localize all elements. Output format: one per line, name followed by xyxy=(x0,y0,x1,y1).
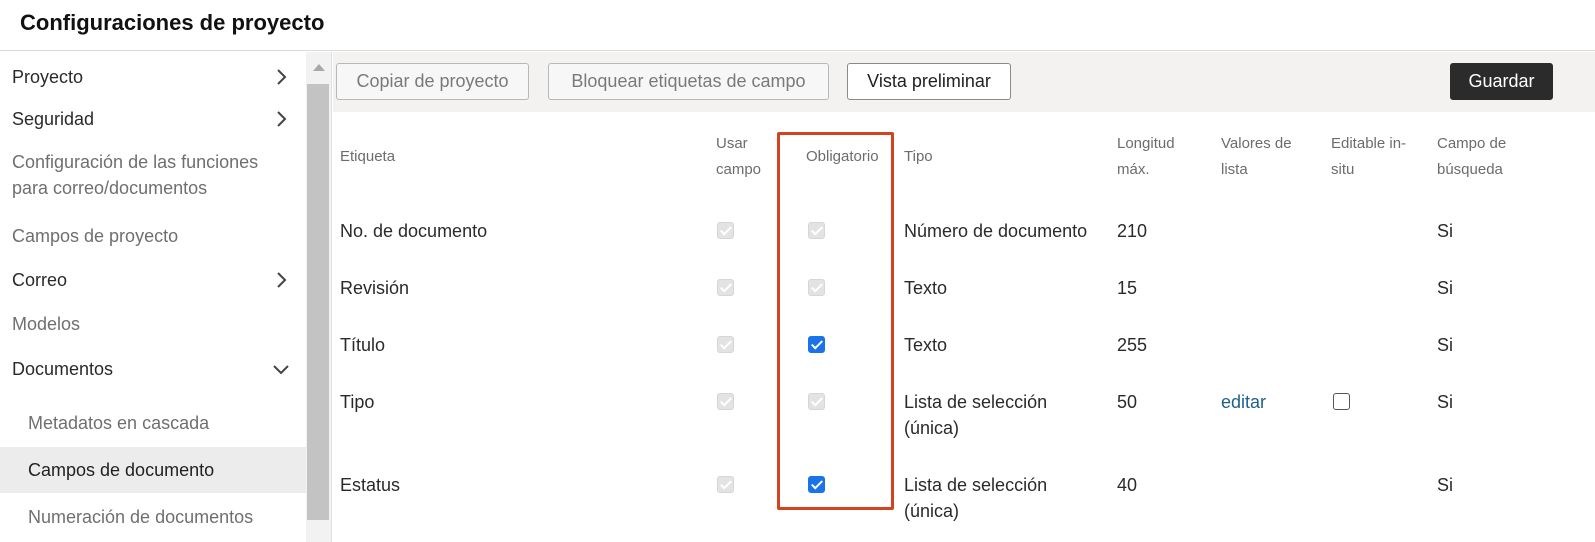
main-content: Copiar de proyecto Bloquear etiquetas de… xyxy=(333,52,1595,542)
field-searchable: Si xyxy=(1437,335,1454,355)
sidebar-item-campos-proyecto[interactable]: Campos de proyecto xyxy=(0,223,306,249)
column-header-use-line2: campo xyxy=(716,161,762,178)
editable-inline-checkbox[interactable] xyxy=(1333,393,1350,410)
sidebar-item-label: Configuración de las funciones xyxy=(12,152,259,172)
use-field-checkbox xyxy=(717,279,734,296)
column-header-list-values: Valores de xyxy=(1221,135,1292,152)
sidebar-item-documentos[interactable]: Documentos xyxy=(0,356,306,382)
sidebar-item-label: Numeración de documentos xyxy=(28,507,254,527)
sidebar-item-label: Documentos xyxy=(12,359,114,379)
sidebar-item-config-funciones[interactable]: Configuración de las funciones para corr… xyxy=(0,149,306,201)
edit-list-values-link[interactable]: editar xyxy=(1221,389,1266,415)
field-searchable: Si xyxy=(1437,221,1454,241)
use-field-checkbox xyxy=(717,222,734,239)
sidebar-scrollbar[interactable] xyxy=(306,52,332,542)
sidebar-subitem-metadatos-cascada[interactable]: Metadatos en cascada xyxy=(0,410,306,436)
field-maxlen: 255 xyxy=(1117,335,1148,355)
field-label: Revisión xyxy=(340,278,410,298)
column-header-maxlen-line2: máx. xyxy=(1117,161,1150,178)
page-title: Configuraciones de proyecto xyxy=(20,10,325,35)
sidebar-subitem-campos-documento[interactable]: Campos de documento xyxy=(0,447,306,493)
field-type: Lista de selección xyxy=(904,392,1048,412)
chevron-right-icon xyxy=(277,111,287,127)
column-header-search-line2: búsqueda xyxy=(1437,161,1503,178)
sidebar: Proyecto Seguridad Configuración de las … xyxy=(0,52,306,542)
field-type: Texto xyxy=(904,335,948,355)
toolbar: Copiar de proyecto Bloquear etiquetas de… xyxy=(333,52,1595,112)
page-header: Configuraciones de proyecto xyxy=(0,0,1595,51)
field-label: Estatus xyxy=(340,475,401,495)
lock-field-labels-button[interactable]: Bloquear etiquetas de campo xyxy=(548,63,829,100)
chevron-right-icon xyxy=(277,69,287,85)
sidebar-item-label: Modelos xyxy=(12,314,81,334)
field-type: Número de documento xyxy=(904,221,1088,241)
column-header-type: Tipo xyxy=(904,148,933,165)
field-type-line2: (única) xyxy=(904,501,960,521)
column-header-editable: Editable in- xyxy=(1331,135,1407,152)
sidebar-item-modelos[interactable]: Modelos xyxy=(0,311,306,337)
field-maxlen: 40 xyxy=(1117,475,1138,495)
sidebar-subitem-numeracion-documentos[interactable]: Numeración de documentos xyxy=(0,504,306,530)
field-searchable: Si xyxy=(1437,278,1454,298)
field-label: Tipo xyxy=(340,392,375,412)
sidebar-item-label: Campos de proyecto xyxy=(12,226,179,246)
field-type-line2: (única) xyxy=(904,418,960,438)
column-header-editable-line2: situ xyxy=(1331,161,1355,178)
field-maxlen: 50 xyxy=(1117,392,1138,412)
scrollbar-thumb[interactable] xyxy=(307,84,329,520)
save-button[interactable]: Guardar xyxy=(1450,63,1553,100)
required-column-highlight xyxy=(777,132,894,510)
field-type: Lista de selección xyxy=(904,475,1048,495)
column-header-use: Usar xyxy=(716,135,748,152)
chevron-down-icon xyxy=(273,365,289,375)
column-header-label: Etiqueta xyxy=(340,148,396,165)
sidebar-item-label: Proyecto xyxy=(12,67,84,87)
sidebar-item-label-line2: para correo/documentos xyxy=(12,178,208,198)
sidebar-item-label: Correo xyxy=(12,270,68,290)
use-field-checkbox xyxy=(717,393,734,410)
sidebar-item-label: Metadatos en cascada xyxy=(28,413,210,433)
column-header-search: Campo de xyxy=(1437,135,1507,152)
chevron-right-icon xyxy=(277,272,287,288)
preview-button[interactable]: Vista preliminar xyxy=(847,63,1011,100)
field-label: Título xyxy=(340,335,386,355)
sidebar-item-label: Campos de documento xyxy=(28,460,215,480)
sidebar-item-seguridad[interactable]: Seguridad xyxy=(0,106,306,132)
column-header-maxlen: Longitud xyxy=(1117,135,1175,152)
copy-from-project-button[interactable]: Copiar de proyecto xyxy=(336,63,529,100)
column-header-list-values-line2: lista xyxy=(1221,161,1248,178)
sidebar-item-correo[interactable]: Correo xyxy=(0,267,306,293)
field-type: Texto xyxy=(904,278,948,298)
use-field-checkbox xyxy=(717,476,734,493)
field-searchable: Si xyxy=(1437,475,1454,495)
sidebar-item-proyecto[interactable]: Proyecto xyxy=(0,64,306,90)
field-label: No. de documento xyxy=(340,221,488,241)
use-field-checkbox xyxy=(717,336,734,353)
scroll-up-arrow-icon[interactable] xyxy=(313,64,325,71)
sidebar-item-label: Seguridad xyxy=(12,109,95,129)
field-maxlen: 210 xyxy=(1117,221,1148,241)
field-searchable: Si xyxy=(1437,392,1454,412)
field-maxlen: 15 xyxy=(1117,278,1138,298)
